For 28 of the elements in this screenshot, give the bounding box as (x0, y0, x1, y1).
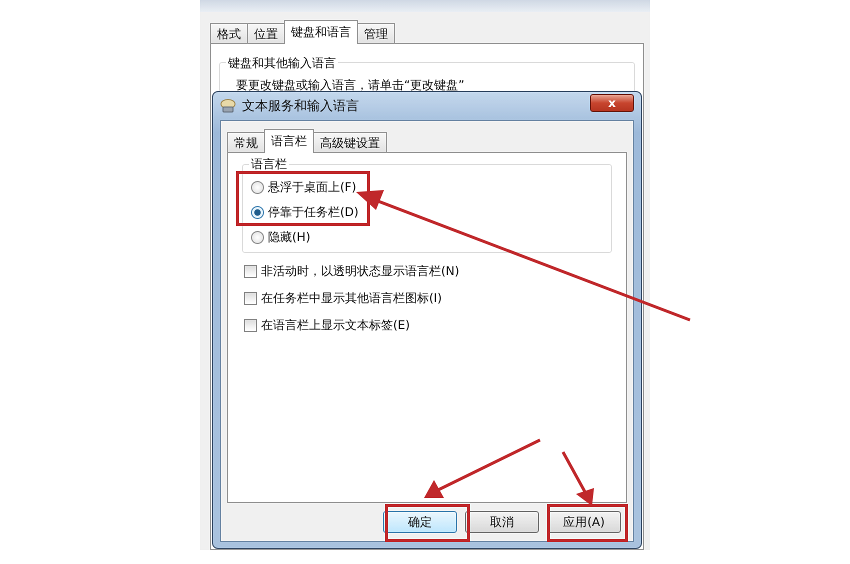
dialog-button[interactable]: 确定 (383, 511, 457, 533)
tab[interactable]: 管理 (357, 23, 395, 43)
dialog-button[interactable]: 应用(A) (547, 511, 621, 533)
checkbox[interactable] (244, 319, 257, 332)
checkbox-label: 非活动时，以透明状态显示语言栏(N) (261, 263, 460, 280)
tab[interactable]: 高级键设置 (313, 132, 387, 152)
option-label: 悬浮于桌面上(F) (268, 179, 356, 196)
tab[interactable]: 位置 (247, 23, 285, 43)
radio-button[interactable] (251, 206, 264, 219)
radio-button[interactable] (251, 181, 264, 194)
close-button[interactable]: x (590, 94, 634, 112)
checkbox[interactable] (244, 265, 257, 278)
arrow (562, 451, 594, 506)
radio-button[interactable] (251, 231, 264, 244)
checkbox[interactable] (244, 292, 257, 305)
option-label: 隐藏(H) (268, 229, 310, 246)
option-label: 停靠于任务栏(D) (268, 204, 359, 221)
tab[interactable]: 常规 (227, 132, 265, 152)
keyboard-icon (220, 98, 236, 114)
tab[interactable]: 格式 (210, 23, 248, 43)
dialog-button[interactable]: 取消 (465, 511, 539, 533)
group-title: 键盘和其他输入语言 (226, 55, 338, 72)
checkbox-label: 在任务栏中显示其他语言栏图标(I) (261, 290, 442, 307)
instruction-text: 要更改键盘或输入语言，请单击“更改键盘” (235, 77, 466, 94)
tab[interactable]: 语言栏 (264, 129, 314, 153)
window-title: 文本服务和输入语言 (242, 98, 360, 115)
checkbox-label: 在语言栏上显示文本标签(E) (261, 317, 410, 334)
tab[interactable]: 键盘和语言 (284, 20, 358, 44)
